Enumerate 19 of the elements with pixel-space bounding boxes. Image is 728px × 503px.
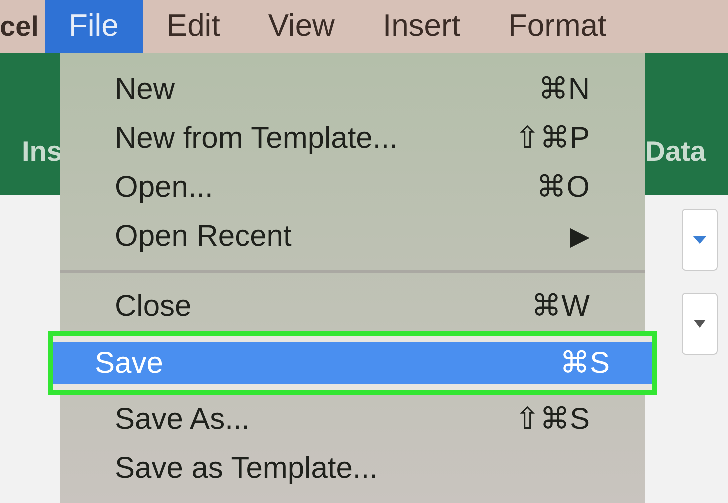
menu-item[interactable]: Save as Template... (60, 444, 645, 493)
menu-bar-item[interactable]: View (244, 0, 359, 53)
menu-bar-item[interactable]: cel (0, 0, 45, 53)
menu-item[interactable]: New from Template... ⇧⌘P (60, 114, 645, 163)
menu-item[interactable]: Open... ⌘O (60, 163, 645, 212)
dropdown-arrow-icon (693, 236, 707, 244)
menu-item[interactable]: Open Recent ▶ (60, 212, 645, 261)
menu-item[interactable]: New ⌘N (60, 65, 645, 114)
dropdown-control[interactable] (682, 209, 718, 271)
dropdown-control[interactable] (682, 293, 718, 355)
ribbon-tab[interactable]: Data (645, 131, 706, 173)
ribbon-tab[interactable]: Ins (22, 131, 62, 173)
menu-item[interactable]: Save As... ⇧⌘S (60, 395, 645, 444)
menu-bar-item[interactable]: File (44, 0, 143, 53)
menu-item[interactable]: Close ⌘W (60, 282, 645, 331)
menu-bar-item[interactable]: Edit (142, 0, 244, 53)
menu-bar-item[interactable]: Format (484, 0, 631, 53)
dropdown-arrow-icon (694, 320, 706, 328)
menu-bar-item[interactable]: Insert (358, 0, 484, 53)
